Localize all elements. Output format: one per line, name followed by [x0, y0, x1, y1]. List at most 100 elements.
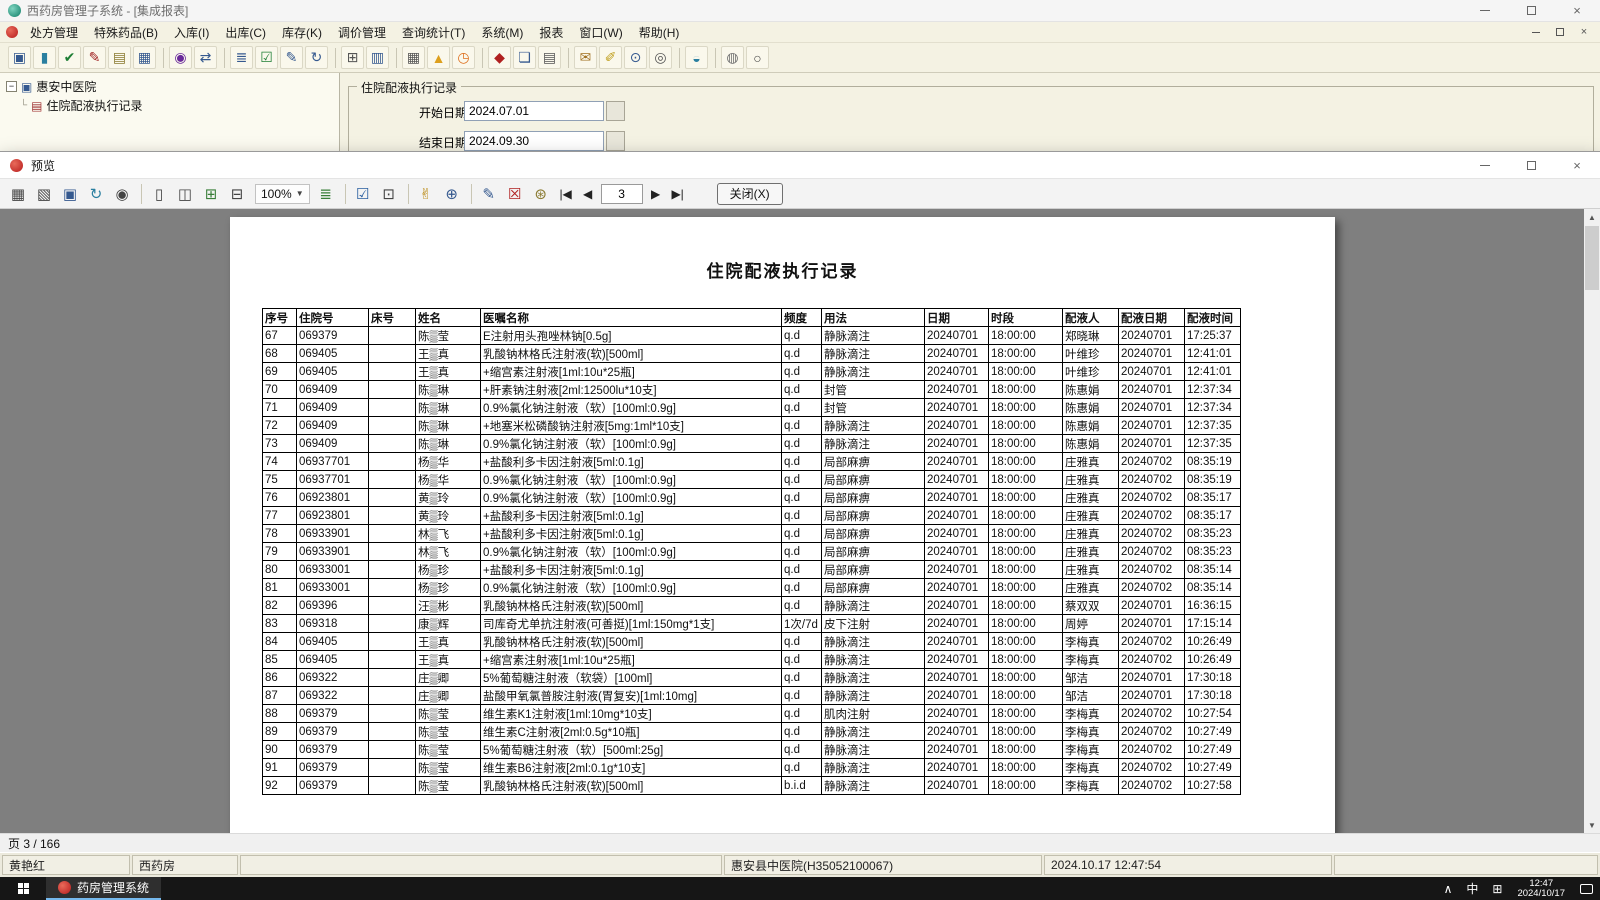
transfer-icon[interactable]: ⇄ — [194, 46, 217, 69]
notification-icon[interactable] — [1573, 877, 1600, 900]
mdi-restore-button[interactable] — [1552, 25, 1568, 39]
zoom-tool-icon[interactable]: ⊕ — [440, 182, 464, 206]
prescription-entry-icon[interactable]: ▣ — [8, 46, 31, 69]
report-cell: q.d — [781, 722, 822, 741]
menu-item-reports[interactable]: 报表 — [531, 22, 571, 43]
maximize-button[interactable] — [1508, 0, 1554, 21]
signature-icon[interactable]: ✎ — [83, 46, 106, 69]
whole-page-icon[interactable]: ▯ — [147, 182, 171, 206]
report-cell: 陈▒莹 — [415, 722, 481, 741]
tree-node-report[interactable]: └ ▤ 住院配液执行记录 — [0, 95, 339, 114]
ime-indicator[interactable]: 中 — [1459, 877, 1485, 900]
menu-item-help[interactable]: 帮助(H) — [631, 22, 688, 43]
start-button[interactable] — [0, 877, 46, 900]
outline-icon[interactable]: ⊡ — [377, 182, 401, 206]
menu-item-stock-out[interactable]: 出库(C) — [217, 22, 274, 43]
start-date-input[interactable] — [464, 101, 604, 121]
export-icon[interactable]: ↻ — [84, 182, 108, 206]
vertical-scrollbar[interactable]: ▲ ▼ — [1584, 209, 1600, 833]
menu-item-system[interactable]: 系统(M) — [473, 22, 531, 43]
preview-minimize-button[interactable] — [1462, 152, 1508, 178]
preview-maximize-button[interactable] — [1508, 152, 1554, 178]
grid-icon[interactable]: ⊞ — [341, 46, 364, 69]
print-icon[interactable]: ▤ — [538, 46, 561, 69]
tray-chevron-icon[interactable]: ∧ — [1437, 877, 1460, 900]
report-cell: 陈▒莹 — [415, 776, 481, 795]
thumbnail-icon[interactable]: ⊟ — [225, 182, 249, 206]
find-icon[interactable]: ◉ — [110, 182, 134, 206]
facing-pages-icon[interactable]: ◫ — [173, 182, 197, 206]
clock-icon[interactable]: ◷ — [452, 46, 475, 69]
search-icon[interactable]: ⊙ — [624, 46, 647, 69]
report-doc-icon[interactable]: ≣ — [230, 46, 253, 69]
keyboard-icon[interactable]: ⊞ — [1485, 877, 1509, 900]
annotate-icon[interactable]: ✎ — [477, 182, 501, 206]
menu-item-price-adjust[interactable]: 调价管理 — [330, 22, 394, 43]
hand-tool-icon[interactable]: ✌ — [414, 182, 438, 206]
collapse-icon[interactable]: − — [6, 81, 17, 92]
report-cell: 20240701 — [924, 578, 989, 597]
menu-item-inventory[interactable]: 库存(K) — [274, 22, 330, 43]
scrollbar-thumb[interactable] — [1585, 226, 1599, 290]
print-setup-icon[interactable]: ▧ — [32, 182, 56, 206]
menu-item-prescription-mgmt[interactable]: 处方管理 — [22, 22, 86, 43]
start-date-picker-button[interactable] — [606, 101, 625, 121]
report-cell: 维生素B6注射液[2ml:0.1g*10支] — [480, 758, 782, 777]
select-check-icon[interactable]: ☑ — [351, 182, 375, 206]
magnifier-icon[interactable]: ○ — [746, 46, 769, 69]
chart-icon[interactable]: ▥ — [366, 46, 389, 69]
scroll-down-icon[interactable]: ▼ — [1584, 817, 1600, 833]
prev-page-button[interactable]: ◀ — [577, 183, 599, 205]
checklist-icon[interactable]: ☑ — [255, 46, 278, 69]
zoom-doc-icon[interactable]: ◎ — [649, 46, 672, 69]
end-date-picker-button[interactable] — [606, 131, 625, 151]
end-date-input[interactable] — [464, 131, 604, 151]
zoom-select[interactable]: 100% ▼ — [255, 183, 310, 204]
report-row: 88 069379 陈▒莹 维生素K1注射液[1ml:10mg*10支] q.d 肌肉注射… — [262, 704, 1241, 723]
menu-item-window[interactable]: 窗口(W) — [571, 22, 630, 43]
page-number-input[interactable] — [600, 183, 643, 204]
menu-item-query-stats[interactable]: 查询统计(T) — [394, 22, 473, 43]
query-doc-icon[interactable]: ◉ — [169, 46, 192, 69]
close-button[interactable]: × — [1554, 0, 1600, 21]
preview-close-x-button[interactable]: × — [1554, 152, 1600, 178]
schedule-icon[interactable]: ▦ — [133, 46, 156, 69]
multi-page-icon[interactable]: ⊞ — [199, 182, 223, 206]
report-cell: q.d — [781, 344, 822, 363]
tree-node-hospital[interactable]: − ▣ 惠安中医院 — [0, 76, 339, 95]
scroll-up-icon[interactable]: ▲ — [1584, 209, 1600, 225]
first-page-button[interactable]: |◀ — [555, 183, 577, 205]
minimize-button[interactable] — [1462, 0, 1508, 21]
edit-doc-icon[interactable]: ✎ — [280, 46, 303, 69]
id-card-icon[interactable]: ▤ — [108, 46, 131, 69]
alert-bell-icon[interactable]: ▲ — [427, 46, 450, 69]
mdi-minimize-button[interactable] — [1528, 25, 1544, 39]
report-cell: 18:00:00 — [988, 560, 1063, 579]
report-cell: 20240701 — [1118, 686, 1185, 705]
menu-item-special-drugs[interactable]: 特殊药品(B) — [86, 22, 166, 43]
report-cell: 庄雅真 — [1062, 470, 1119, 489]
table-icon[interactable]: ▦ — [402, 46, 425, 69]
report-cell: 069405 — [296, 632, 369, 651]
save-icon[interactable]: ▣ — [58, 182, 82, 206]
taskbar-app-button[interactable]: 药房管理系统 — [46, 877, 162, 900]
mail-icon[interactable]: ✉ — [574, 46, 597, 69]
folder-icon[interactable]: ❏ — [513, 46, 536, 69]
next-page-button[interactable]: ▶ — [645, 183, 667, 205]
syringe-icon[interactable]: ✐ — [599, 46, 622, 69]
stamp-icon[interactable]: ⊛ — [529, 182, 553, 206]
menu-item-stock-in[interactable]: 入库(I) — [166, 22, 217, 43]
pill-icon[interactable]: ◆ — [488, 46, 511, 69]
globe-icon[interactable]: ◍ — [721, 46, 744, 69]
preview-close-button[interactable]: 关闭(X) — [716, 182, 783, 205]
cancel-page-icon[interactable]: ☒ — [503, 182, 527, 206]
cup-icon[interactable]: ◒ — [685, 46, 708, 69]
print-icon[interactable]: ▦ — [6, 182, 30, 206]
last-page-button[interactable]: ▶| — [667, 183, 689, 205]
approve-icon[interactable]: ✔ — [58, 46, 81, 69]
mdi-close-button[interactable]: × — [1576, 25, 1592, 39]
medicine-bottle-icon[interactable]: ▮ — [33, 46, 56, 69]
page-setup-icon[interactable]: ≣ — [314, 182, 338, 206]
tray-clock[interactable]: 12:47 2024/10/17 — [1509, 877, 1573, 900]
refresh-doc-icon[interactable]: ↻ — [305, 46, 328, 69]
